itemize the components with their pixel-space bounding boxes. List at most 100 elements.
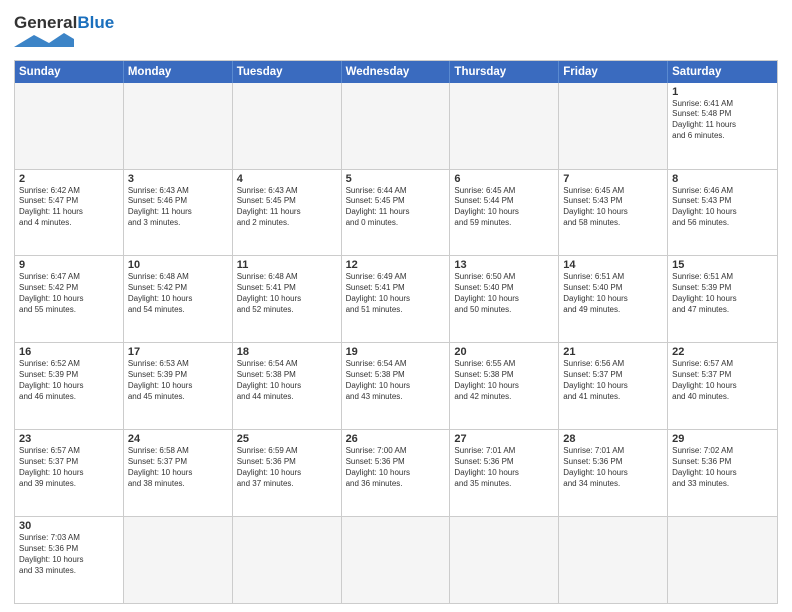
header-day-tuesday: Tuesday: [233, 61, 342, 83]
calendar-cell: 10Sunrise: 6:48 AM Sunset: 5:42 PM Dayli…: [124, 256, 233, 342]
calendar-week-4: 16Sunrise: 6:52 AM Sunset: 5:39 PM Dayli…: [15, 342, 777, 429]
day-info: Sunrise: 6:51 AM Sunset: 5:39 PM Dayligh…: [672, 272, 773, 315]
calendar-cell: [450, 517, 559, 603]
day-number: 25: [237, 433, 337, 445]
day-number: 23: [19, 433, 119, 445]
header-day-sunday: Sunday: [15, 61, 124, 83]
day-info: Sunrise: 6:57 AM Sunset: 5:37 PM Dayligh…: [672, 359, 773, 402]
day-info: Sunrise: 7:01 AM Sunset: 5:36 PM Dayligh…: [563, 446, 663, 489]
calendar-week-1: 1Sunrise: 6:41 AM Sunset: 5:48 PM Daylig…: [15, 83, 777, 169]
logo: GeneralBlue: [14, 14, 114, 54]
day-info: Sunrise: 6:45 AM Sunset: 5:43 PM Dayligh…: [563, 186, 663, 229]
day-info: Sunrise: 6:49 AM Sunset: 5:41 PM Dayligh…: [346, 272, 446, 315]
calendar-week-5: 23Sunrise: 6:57 AM Sunset: 5:37 PM Dayli…: [15, 429, 777, 516]
logo-icon: [14, 33, 74, 49]
calendar-cell: [15, 83, 124, 169]
calendar-week-2: 2Sunrise: 6:42 AM Sunset: 5:47 PM Daylig…: [15, 169, 777, 256]
calendar-cell: 2Sunrise: 6:42 AM Sunset: 5:47 PM Daylig…: [15, 170, 124, 256]
calendar-cell: 19Sunrise: 6:54 AM Sunset: 5:38 PM Dayli…: [342, 343, 451, 429]
calendar-cell: 27Sunrise: 7:01 AM Sunset: 5:36 PM Dayli…: [450, 430, 559, 516]
day-info: Sunrise: 7:03 AM Sunset: 5:36 PM Dayligh…: [19, 533, 119, 576]
day-number: 20: [454, 346, 554, 358]
calendar-week-6: 30Sunrise: 7:03 AM Sunset: 5:36 PM Dayli…: [15, 516, 777, 603]
day-info: Sunrise: 6:56 AM Sunset: 5:37 PM Dayligh…: [563, 359, 663, 402]
calendar-cell: 6Sunrise: 6:45 AM Sunset: 5:44 PM Daylig…: [450, 170, 559, 256]
day-number: 13: [454, 259, 554, 271]
calendar-cell: [233, 83, 342, 169]
calendar-cell: 13Sunrise: 6:50 AM Sunset: 5:40 PM Dayli…: [450, 256, 559, 342]
day-info: Sunrise: 6:43 AM Sunset: 5:45 PM Dayligh…: [237, 186, 337, 229]
day-info: Sunrise: 6:48 AM Sunset: 5:42 PM Dayligh…: [128, 272, 228, 315]
day-info: Sunrise: 6:43 AM Sunset: 5:46 PM Dayligh…: [128, 186, 228, 229]
calendar-cell: 4Sunrise: 6:43 AM Sunset: 5:45 PM Daylig…: [233, 170, 342, 256]
day-number: 17: [128, 346, 228, 358]
day-info: Sunrise: 6:48 AM Sunset: 5:41 PM Dayligh…: [237, 272, 337, 315]
day-info: Sunrise: 6:59 AM Sunset: 5:36 PM Dayligh…: [237, 446, 337, 489]
day-info: Sunrise: 6:52 AM Sunset: 5:39 PM Dayligh…: [19, 359, 119, 402]
day-number: 12: [346, 259, 446, 271]
calendar-cell: [668, 517, 777, 603]
day-number: 7: [563, 173, 663, 185]
header-day-monday: Monday: [124, 61, 233, 83]
calendar-cell: 7Sunrise: 6:45 AM Sunset: 5:43 PM Daylig…: [559, 170, 668, 256]
logo-general: General: [14, 13, 77, 32]
header-day-friday: Friday: [559, 61, 668, 83]
day-info: Sunrise: 6:47 AM Sunset: 5:42 PM Dayligh…: [19, 272, 119, 315]
day-number: 10: [128, 259, 228, 271]
calendar-cell: 18Sunrise: 6:54 AM Sunset: 5:38 PM Dayli…: [233, 343, 342, 429]
calendar-cell: 28Sunrise: 7:01 AM Sunset: 5:36 PM Dayli…: [559, 430, 668, 516]
day-number: 2: [19, 173, 119, 185]
day-info: Sunrise: 6:54 AM Sunset: 5:38 PM Dayligh…: [237, 359, 337, 402]
day-number: 6: [454, 173, 554, 185]
calendar-week-3: 9Sunrise: 6:47 AM Sunset: 5:42 PM Daylig…: [15, 255, 777, 342]
calendar-cell: 21Sunrise: 6:56 AM Sunset: 5:37 PM Dayli…: [559, 343, 668, 429]
header-day-wednesday: Wednesday: [342, 61, 451, 83]
calendar-cell: 14Sunrise: 6:51 AM Sunset: 5:40 PM Dayli…: [559, 256, 668, 342]
calendar-cell: [342, 517, 451, 603]
day-info: Sunrise: 6:57 AM Sunset: 5:37 PM Dayligh…: [19, 446, 119, 489]
calendar-cell: 15Sunrise: 6:51 AM Sunset: 5:39 PM Dayli…: [668, 256, 777, 342]
day-number: 26: [346, 433, 446, 445]
calendar-cell: 1Sunrise: 6:41 AM Sunset: 5:48 PM Daylig…: [668, 83, 777, 169]
day-number: 28: [563, 433, 663, 445]
calendar-cell: 16Sunrise: 6:52 AM Sunset: 5:39 PM Dayli…: [15, 343, 124, 429]
calendar-cell: 24Sunrise: 6:58 AM Sunset: 5:37 PM Dayli…: [124, 430, 233, 516]
day-info: Sunrise: 6:42 AM Sunset: 5:47 PM Dayligh…: [19, 186, 119, 229]
day-number: 30: [19, 520, 119, 532]
calendar-cell: [124, 83, 233, 169]
header-day-thursday: Thursday: [450, 61, 559, 83]
day-number: 8: [672, 173, 773, 185]
header-day-saturday: Saturday: [668, 61, 777, 83]
calendar-cell: 5Sunrise: 6:44 AM Sunset: 5:45 PM Daylig…: [342, 170, 451, 256]
calendar-cell: 29Sunrise: 7:02 AM Sunset: 5:36 PM Dayli…: [668, 430, 777, 516]
day-number: 21: [563, 346, 663, 358]
calendar: SundayMondayTuesdayWednesdayThursdayFrid…: [14, 60, 778, 604]
calendar-cell: 12Sunrise: 6:49 AM Sunset: 5:41 PM Dayli…: [342, 256, 451, 342]
day-info: Sunrise: 6:46 AM Sunset: 5:43 PM Dayligh…: [672, 186, 773, 229]
day-info: Sunrise: 6:41 AM Sunset: 5:48 PM Dayligh…: [672, 99, 773, 142]
day-number: 9: [19, 259, 119, 271]
day-info: Sunrise: 6:45 AM Sunset: 5:44 PM Dayligh…: [454, 186, 554, 229]
logo-blue: Blue: [77, 13, 114, 32]
calendar-body: 1Sunrise: 6:41 AM Sunset: 5:48 PM Daylig…: [15, 83, 777, 603]
day-number: 16: [19, 346, 119, 358]
calendar-cell: 22Sunrise: 6:57 AM Sunset: 5:37 PM Dayli…: [668, 343, 777, 429]
calendar-cell: [559, 83, 668, 169]
calendar-cell: 23Sunrise: 6:57 AM Sunset: 5:37 PM Dayli…: [15, 430, 124, 516]
day-info: Sunrise: 6:53 AM Sunset: 5:39 PM Dayligh…: [128, 359, 228, 402]
day-number: 19: [346, 346, 446, 358]
day-info: Sunrise: 6:55 AM Sunset: 5:38 PM Dayligh…: [454, 359, 554, 402]
day-info: Sunrise: 7:02 AM Sunset: 5:36 PM Dayligh…: [672, 446, 773, 489]
day-number: 18: [237, 346, 337, 358]
calendar-cell: 30Sunrise: 7:03 AM Sunset: 5:36 PM Dayli…: [15, 517, 124, 603]
day-number: 24: [128, 433, 228, 445]
calendar-cell: [559, 517, 668, 603]
day-info: Sunrise: 6:54 AM Sunset: 5:38 PM Dayligh…: [346, 359, 446, 402]
calendar-cell: 25Sunrise: 6:59 AM Sunset: 5:36 PM Dayli…: [233, 430, 342, 516]
day-number: 22: [672, 346, 773, 358]
page: GeneralBlue SundayMondayTuesdayWednesday…: [0, 0, 792, 612]
day-info: Sunrise: 6:44 AM Sunset: 5:45 PM Dayligh…: [346, 186, 446, 229]
day-info: Sunrise: 6:51 AM Sunset: 5:40 PM Dayligh…: [563, 272, 663, 315]
calendar-cell: 17Sunrise: 6:53 AM Sunset: 5:39 PM Dayli…: [124, 343, 233, 429]
calendar-cell: [342, 83, 451, 169]
